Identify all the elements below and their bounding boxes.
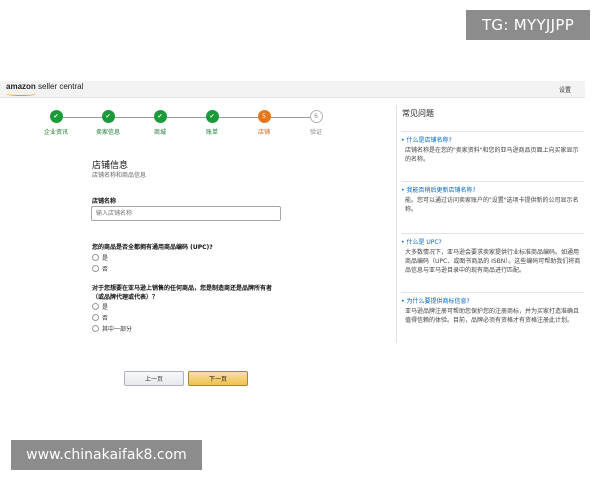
option-label: 否: [102, 315, 109, 322]
brand-yes-option[interactable]: 是: [92, 302, 108, 311]
faq-question-link[interactable]: • 为什么要提供商标信息?: [401, 297, 584, 306]
step-label: 卖家信息: [95, 129, 120, 136]
step-billing: ✔ 账单: [186, 110, 238, 136]
upc-question: 您的商品是否全都拥有通用商品编码 (UPC)?: [92, 244, 213, 251]
faq-answer: 大多数情况下，亚马逊会要求卖家提供行业标准商品编码。如通用商品编码（UPC、或图…: [405, 249, 581, 274]
step-label: 验证: [309, 129, 322, 136]
column-divider: [396, 105, 397, 343]
radio-button[interactable]: [92, 303, 99, 310]
checkmark-icon: ✔: [205, 110, 219, 123]
faq-item: • 为什么要提供商标信息? 亚马逊品牌注册可帮助您保护您的注册商标，并为买家打造…: [401, 292, 584, 325]
question-line: （或品牌代理或代表）？: [92, 294, 159, 301]
previous-button[interactable]: 上一页: [124, 371, 184, 386]
step-verification: 6 验证: [290, 110, 342, 136]
telegram-badge: TG: MYYJJPP: [466, 10, 590, 40]
faq-answer: 店铺名称是在您的"卖家资料"和您的亚马逊商品页面上向买家显示的名称。: [405, 147, 579, 163]
step-label: 商城: [153, 129, 166, 136]
top-bar: [0, 81, 585, 98]
step-label: 企业资讯: [43, 129, 68, 136]
store-name-input[interactable]: [91, 206, 281, 221]
step-store: 5 店铺: [238, 110, 290, 136]
radio-button[interactable]: [92, 325, 99, 332]
option-label: 否: [102, 266, 109, 273]
brand-some-option[interactable]: 其中一部分: [92, 324, 132, 333]
checkmark-icon: ✔: [49, 110, 63, 123]
option-label: 是: [102, 304, 109, 311]
faq-answer: 亚马逊品牌注册可帮助您保护您的注册商标，并为买家打造准确且值得信赖的体验。目前，…: [405, 308, 580, 324]
step-business-info: ✔ 企业资讯: [30, 110, 82, 136]
logo-brand: amazon: [6, 82, 36, 91]
faq-answer: 能。您可以通过访问卖家账户的"设置"选项卡提供新的公司显示名称。: [405, 197, 579, 213]
checkmark-icon: ✔: [101, 110, 115, 123]
step-label: 账单: [205, 129, 218, 136]
radio-button[interactable]: [92, 265, 99, 272]
question-line: 对于您想要在亚马逊上销售的任何商品，您是制造商还是品牌所有者: [92, 285, 273, 292]
brand-owner-question: 对于您想要在亚马逊上销售的任何商品，您是制造商还是品牌所有者 （或品牌代理或代表…: [92, 284, 272, 302]
step-label: 店铺: [257, 129, 270, 136]
faq-item: • 什么是店铺名称? 店铺名称是在您的"卖家资料"和您的亚马逊商品页面上向买家显…: [401, 131, 584, 164]
store-name-label: 店铺名称: [92, 198, 117, 205]
amazon-seller-central-logo[interactable]: amazon seller central: [6, 82, 84, 96]
brand-no-option[interactable]: 否: [92, 313, 108, 322]
amazon-smile-icon: [6, 92, 36, 96]
section-subtitle: 店铺名称和商品信息: [92, 172, 147, 179]
step-marketplace: ✔ 商城: [134, 110, 186, 136]
upc-yes-option[interactable]: 是: [92, 253, 108, 262]
upc-no-option[interactable]: 否: [92, 264, 108, 273]
option-label: 是: [102, 255, 109, 262]
settings-link[interactable]: 设置: [559, 85, 571, 94]
step-number: 6: [309, 110, 323, 123]
next-button[interactable]: 下一页: [188, 371, 248, 386]
faq-item: • 我能否稍后更新店铺名称? 能。您可以通过访问卖家账户的"设置"选项卡提供新的…: [401, 181, 584, 214]
option-label: 其中一部分: [102, 326, 133, 333]
faq-title: 常见问题: [402, 109, 434, 118]
faq-question-link[interactable]: • 我能否稍后更新店铺名称?: [401, 186, 584, 195]
step-seller-info: ✔ 卖家信息: [82, 110, 134, 136]
website-watermark: www.chinakaifak8.com: [11, 440, 202, 470]
radio-button[interactable]: [92, 254, 99, 261]
faq-item: • 什么是 UPC? 大多数情况下，亚马逊会要求卖家提供行业标准商品编码。如通用…: [401, 233, 584, 275]
logo-product: seller central: [35, 82, 84, 91]
faq-question-link[interactable]: • 什么是 UPC?: [401, 238, 584, 247]
checkmark-icon: ✔: [153, 110, 167, 123]
faq-question-link[interactable]: • 什么是店铺名称?: [401, 136, 584, 145]
radio-button[interactable]: [92, 314, 99, 321]
step-number: 5: [257, 110, 271, 123]
registration-stepper: ✔ 企业资讯 ✔ 卖家信息 ✔ 商城 ✔ 账单 5 店铺 6 验证: [30, 110, 340, 140]
